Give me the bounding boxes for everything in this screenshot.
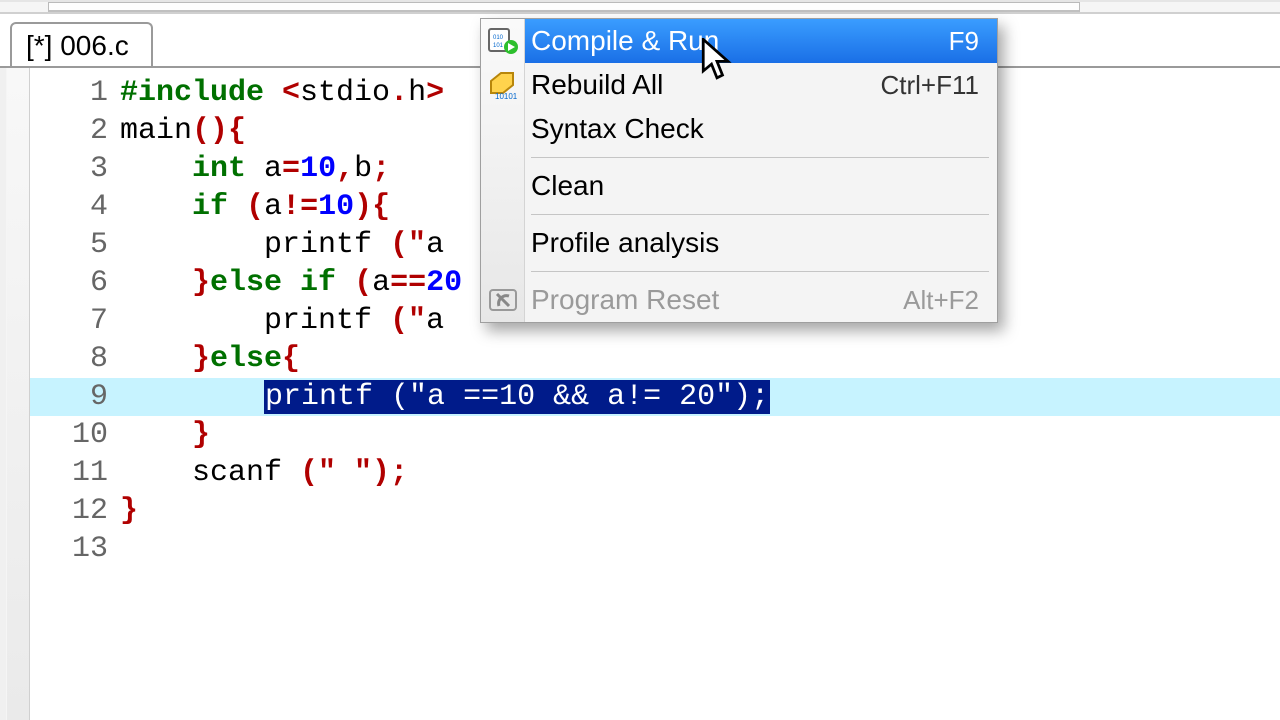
toolbar-inset [48, 2, 1080, 12]
line-number: 7 [30, 302, 120, 340]
code-content: scanf (" "); [120, 454, 1280, 492]
line-number: 3 [30, 150, 120, 188]
line-number: 6 [30, 264, 120, 302]
code-line[interactable]: 12} [30, 492, 1280, 530]
menu-separator [531, 214, 989, 215]
line-number: 13 [30, 530, 120, 568]
line-number: 10 [30, 416, 120, 454]
menu-item-label: Compile & Run [525, 25, 949, 57]
menu-item-syntax-check[interactable]: Syntax Check [481, 107, 997, 151]
code-line[interactable]: 8 }else{ [30, 340, 1280, 378]
svg-text:10101: 10101 [495, 92, 518, 101]
menu-separator [531, 271, 989, 272]
line-number: 2 [30, 112, 120, 150]
code-line[interactable]: 11 scanf (" "); [30, 454, 1280, 492]
code-line[interactable]: 9 printf ("a ==10 && a!= 20"); [30, 378, 1280, 416]
line-number: 1 [30, 74, 120, 112]
svg-text:101: 101 [493, 43, 504, 49]
toolbar-strip [0, 0, 1280, 14]
file-tab[interactable]: [*] 006.c [10, 22, 153, 68]
rebuild-icon: 10101 [481, 69, 525, 101]
line-number: 9 [30, 378, 120, 416]
menu-item-profile-analysis[interactable]: Profile analysis [481, 221, 997, 265]
code-content: printf ("a ==10 && a!= 20"); [120, 378, 1280, 416]
compile-run-icon: 010101 [481, 25, 525, 57]
code-content: }else{ [120, 340, 1280, 378]
line-number: 4 [30, 188, 120, 226]
code-content: } [120, 492, 1280, 530]
menu-item-rebuild-all[interactable]: 10101 Rebuild AllCtrl+F11 [481, 63, 997, 107]
code-line[interactable]: 10 } [30, 416, 1280, 454]
line-number: 5 [30, 226, 120, 264]
file-tab-label: [*] 006.c [26, 30, 129, 62]
menu-item-shortcut: F9 [949, 26, 979, 57]
menu-item-label: Rebuild All [525, 69, 881, 101]
reset-icon [481, 284, 525, 316]
line-number: 12 [30, 492, 120, 530]
menu-item-clean[interactable]: Clean [481, 164, 997, 208]
menu-item-label: Profile analysis [525, 227, 979, 259]
line-number: 11 [30, 454, 120, 492]
menu-item-shortcut: Ctrl+F11 [881, 70, 980, 101]
context-menu: 010101Compile & RunF910101Rebuild AllCtr… [480, 18, 998, 323]
code-line[interactable]: 13 [30, 530, 1280, 568]
menu-item-label: Syntax Check [525, 113, 979, 145]
code-content: } [120, 416, 1280, 454]
menu-item-label: Program Reset [525, 284, 903, 316]
line-number: 8 [30, 340, 120, 378]
menu-item-program-reset: Program ResetAlt+F2 [481, 278, 997, 322]
menu-item-shortcut: Alt+F2 [903, 285, 979, 316]
menu-icon-strip [481, 19, 525, 322]
menu-item-label: Clean [525, 170, 979, 202]
svg-text:010: 010 [493, 35, 504, 41]
menu-item-compile-run[interactable]: 010101Compile & RunF9 [481, 19, 997, 63]
menu-separator [531, 157, 989, 158]
scroll-gutter[interactable] [6, 68, 30, 720]
